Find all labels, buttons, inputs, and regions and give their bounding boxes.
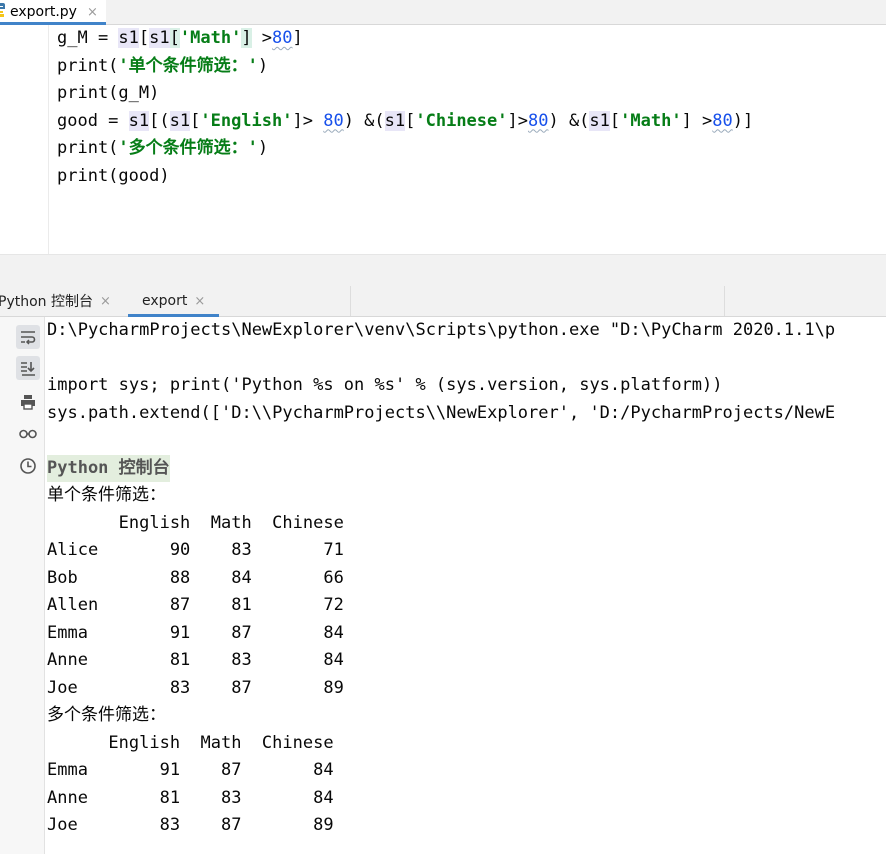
code-token: s1 [169,110,191,131]
code-token: s1 [128,110,150,131]
console-output-heading: 单个条件筛选： [47,485,166,505]
code-token: ]> [507,110,528,131]
code-line: g_M = s1[s1['Math'] >80] [57,25,303,51]
code-line: good = s1[(s1['English']> 80) &(s1['Chin… [57,108,753,134]
code-line: print('单个条件筛选：') [57,53,268,79]
console-line: Emma 91 87 84 [47,760,334,780]
code-token: [ [609,110,621,131]
code-token: '多个条件筛选：' [118,138,258,158]
code-token: s1 [384,110,406,131]
code-token: g_M = [57,28,119,48]
view-variables-icon[interactable] [16,421,40,445]
code-token: '单个条件筛选：' [118,55,258,76]
console-line: English Math Chinese [47,512,344,533]
tab-export-py[interactable]: export.py × [0,0,106,25]
code-token: print( [57,138,119,158]
soft-wrap-icon[interactable] [16,325,40,349]
code-token: s1 [589,110,610,131]
code-token: ) [257,55,269,76]
close-icon[interactable]: × [194,294,205,309]
code-token: 'Math' [620,110,682,131]
tab-label: export.py [10,4,77,20]
tab-divider [350,286,351,316]
tab-python-console[interactable]: Python 控制台 × [0,286,111,316]
code-token: 80 [712,110,733,131]
code-token: ] > [681,110,713,131]
code-token: print( [57,55,119,76]
code-line: print(good) [57,163,170,189]
console-line: English Math Chinese [47,732,334,753]
code-token: 'Math' [179,28,242,48]
code-token: print(g_M) [57,83,160,103]
code-token: ) [257,138,269,158]
console-line: import sys; print('Python %s on %s' % (s… [47,375,723,395]
code-line: print(g_M) [57,80,159,106]
console-prompt-label: Python 控制台 [47,454,170,482]
code-token: 80 [272,28,293,48]
code-token: s1 [149,28,170,48]
close-icon[interactable]: × [87,5,98,20]
console-toolbar [0,317,45,854]
console-line: sys.path.extend(['D:\\PycharmProjects\\N… [47,402,836,423]
console-line: Anne 81 83 84 [47,787,334,808]
code-token: [ [169,28,180,48]
console-line: Emma 91 87 84 [47,622,344,643]
console-line: Bob 88 84 66 [47,567,344,588]
code-token: ]> [292,110,324,131]
code-token: )] [732,110,754,131]
run-tab-bar: Python 控制台 × export × [0,286,886,317]
code-token: good = [57,110,129,131]
code-token: 'English' [200,110,293,131]
code-token: ) &( [343,110,385,131]
code-token: [ [405,110,416,131]
code-token: print(good) [57,165,170,186]
python-file-icon [0,3,5,17]
console-line: Allen 87 81 72 [47,595,344,615]
editor-panel-separator[interactable] [0,254,886,287]
code-line: print('多个条件筛选：') [57,135,268,161]
code-token: [ [138,28,150,48]
console-output[interactable]: D:\PycharmProjects\NewExplorer\venv\Scri… [47,317,886,854]
history-icon[interactable] [16,454,40,478]
console-line: Joe 83 87 89 [47,677,344,698]
code-token: ) &( [548,110,590,131]
code-token: 80 [323,110,344,131]
code-token: [ [190,110,201,131]
editor-tab-bar: export.py × [0,0,886,25]
code-token: ] [292,28,303,48]
editor-gutter [0,25,49,254]
scroll-to-end-icon[interactable] [16,356,40,380]
tab-divider [724,286,725,316]
code-editor[interactable]: g_M = s1[s1['Math'] >80] print('单个条件筛选：')… [49,25,886,254]
code-token: > [251,28,273,48]
code-token: s1 [118,28,139,48]
print-icon[interactable] [16,390,40,414]
close-icon[interactable]: × [100,294,111,309]
tab-label: export [142,293,188,309]
tab-label: Python 控制台 [0,294,93,310]
code-token: [( [149,110,170,131]
console-line: Joe 83 87 89 [47,815,334,835]
code-token: 'Chinese' [415,110,508,131]
console-line: Anne 81 83 84 [47,650,344,670]
console-line: D:\PycharmProjects\NewExplorer\venv\Scri… [47,320,836,340]
console-line: Alice 90 83 71 [47,540,344,560]
code-token: ] [241,28,252,48]
tab-export[interactable]: export × [128,286,220,317]
code-token: 80 [527,110,549,131]
console-output-heading: 多个条件筛选： [47,705,166,725]
